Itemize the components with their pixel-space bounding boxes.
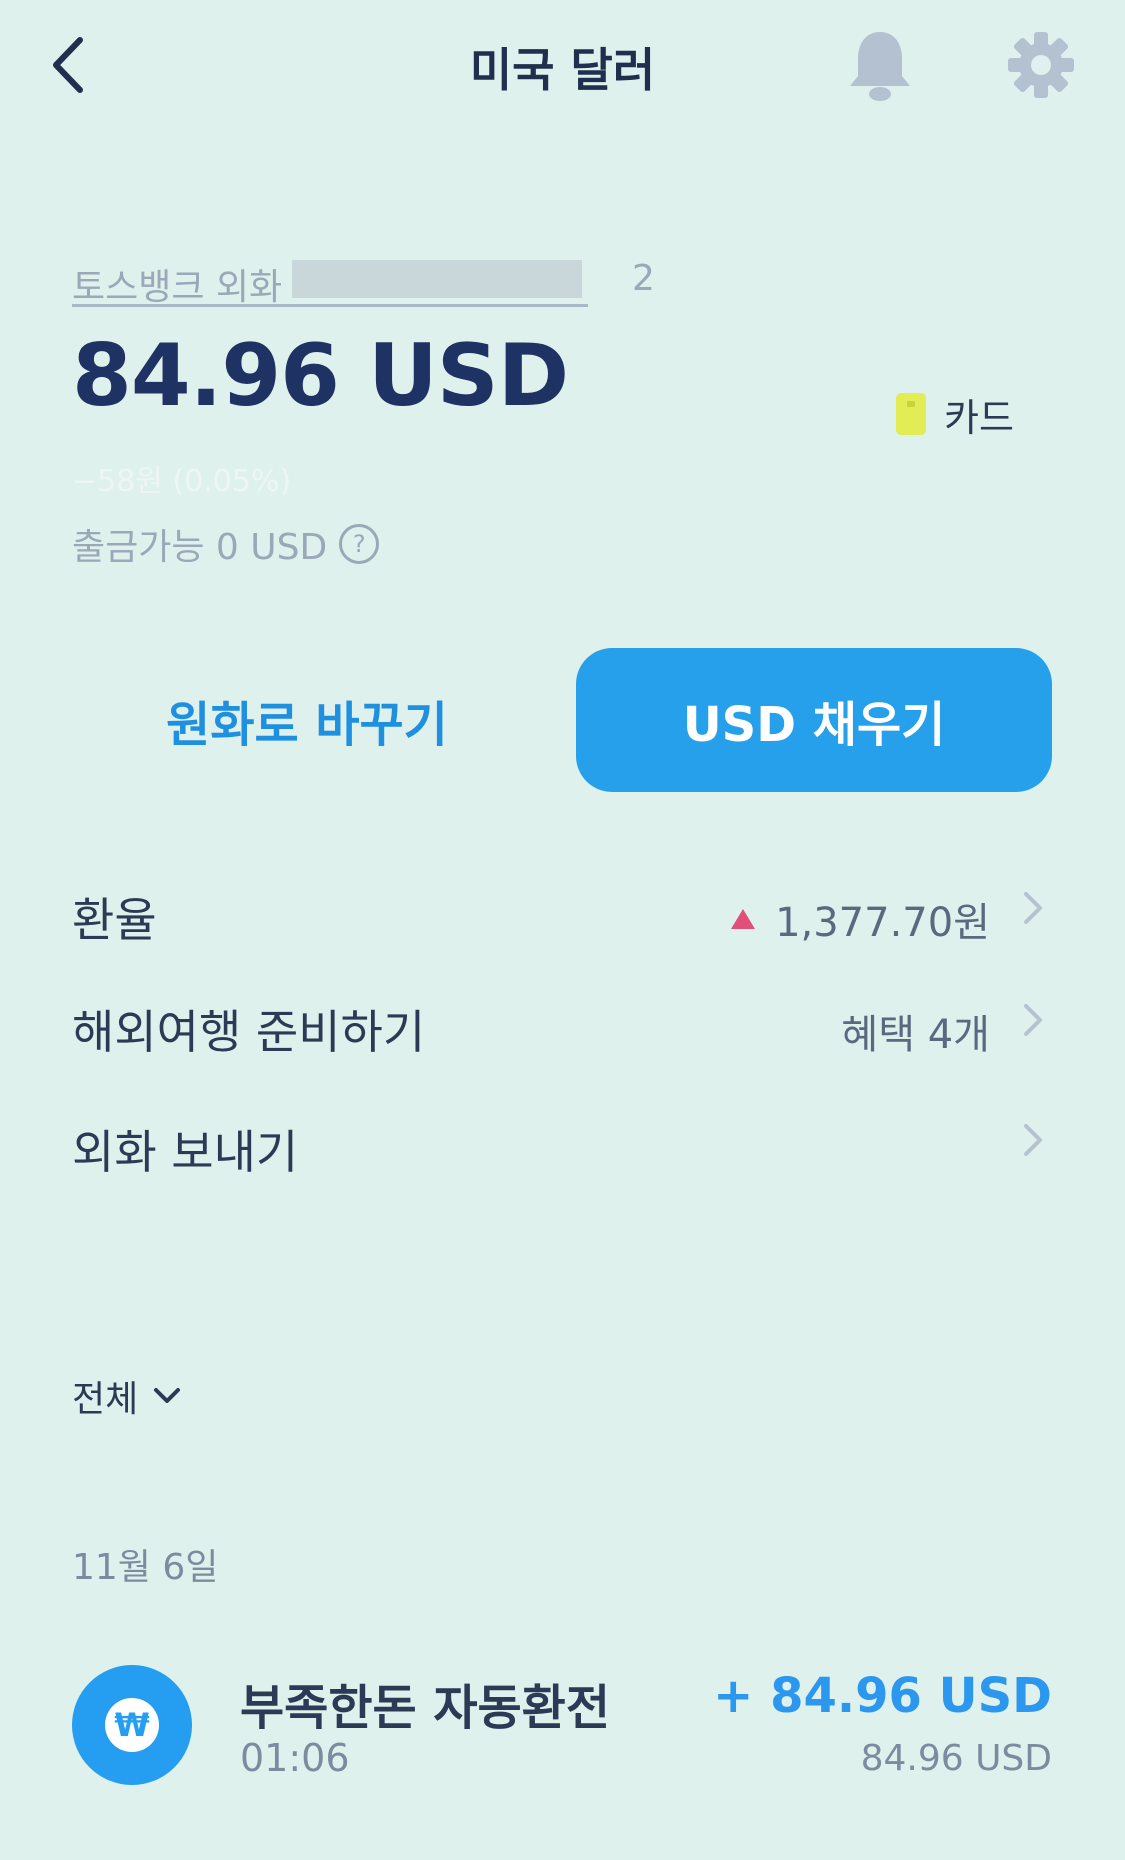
won-icon: ₩ bbox=[105, 1698, 159, 1752]
transaction-balance-after: 84.96 USD bbox=[860, 1738, 1052, 1779]
card-button[interactable]: 카드 bbox=[896, 388, 1014, 440]
transaction-time: 01:06 bbox=[240, 1736, 350, 1780]
menu-label: 환율 bbox=[72, 893, 157, 947]
chevron-right-icon bbox=[1024, 1004, 1042, 1036]
menu-row-send-foreign[interactable]: 외화 보내기 bbox=[72, 1090, 1052, 1190]
transaction-row[interactable]: ₩ 부족한돈 자동환전 01:06 + 84.96 USD 84.96 USD bbox=[72, 1660, 1052, 1790]
withdrawable-label: 출금가능 0 USD bbox=[72, 527, 328, 568]
trend-up-icon bbox=[731, 909, 756, 929]
account-name: 토스뱅크 외화 bbox=[72, 267, 283, 308]
transaction-amount: + 84.96 USD bbox=[713, 1668, 1052, 1724]
menu-label: 외화 보내기 bbox=[72, 1125, 299, 1179]
filter-label: 전체 bbox=[72, 1379, 139, 1420]
exchange-rate-value: 1,377.70원 bbox=[775, 900, 990, 946]
fill-usd-button[interactable]: USD 채우기 bbox=[576, 648, 1052, 792]
page-title: 미국 달러 bbox=[469, 43, 656, 97]
exchange-to-krw-button[interactable]: 원화로 바꾸기 bbox=[72, 650, 542, 790]
balance-change: −58원 (0.05%) bbox=[72, 464, 292, 499]
withdrawable-amount: 출금가능 0 USD ? bbox=[72, 518, 380, 570]
menu-row-exchange-rate[interactable]: 환율 1,377.70원 bbox=[72, 858, 1052, 958]
menu-label: 해외여행 준비하기 bbox=[72, 1005, 426, 1059]
exchange-rate-value-group: 1,377.70원 bbox=[731, 890, 990, 948]
account-link[interactable]: 토스뱅크 외화 2 bbox=[72, 254, 655, 308]
help-icon[interactable]: ? bbox=[339, 524, 380, 564]
menu-row-travel-prep[interactable]: 해외여행 준비하기 혜택 4개 bbox=[72, 970, 1052, 1070]
notification-button[interactable] bbox=[848, 28, 912, 104]
auto-exchange-icon: ₩ bbox=[72, 1665, 192, 1785]
transaction-title: 부족한돈 자동환전 bbox=[240, 1680, 610, 1736]
transaction-filter-dropdown[interactable]: 전체 bbox=[72, 1370, 182, 1422]
settings-button[interactable] bbox=[1006, 30, 1076, 100]
transaction-date: 11월 6일 bbox=[72, 1547, 219, 1588]
chevron-right-icon bbox=[1024, 1124, 1042, 1156]
card-icon bbox=[896, 393, 926, 435]
balance-amount: 84.96 USD bbox=[72, 326, 569, 426]
account-number-tail: 2 bbox=[632, 258, 655, 299]
chevron-down-icon bbox=[154, 1388, 181, 1403]
gear-icon bbox=[1008, 32, 1074, 98]
chevron-right-icon bbox=[1024, 892, 1042, 924]
bell-icon bbox=[850, 32, 910, 101]
card-label: 카드 bbox=[944, 395, 1014, 440]
account-number-redacted bbox=[292, 260, 582, 298]
benefits-count: 혜택 4개 bbox=[841, 1012, 990, 1058]
